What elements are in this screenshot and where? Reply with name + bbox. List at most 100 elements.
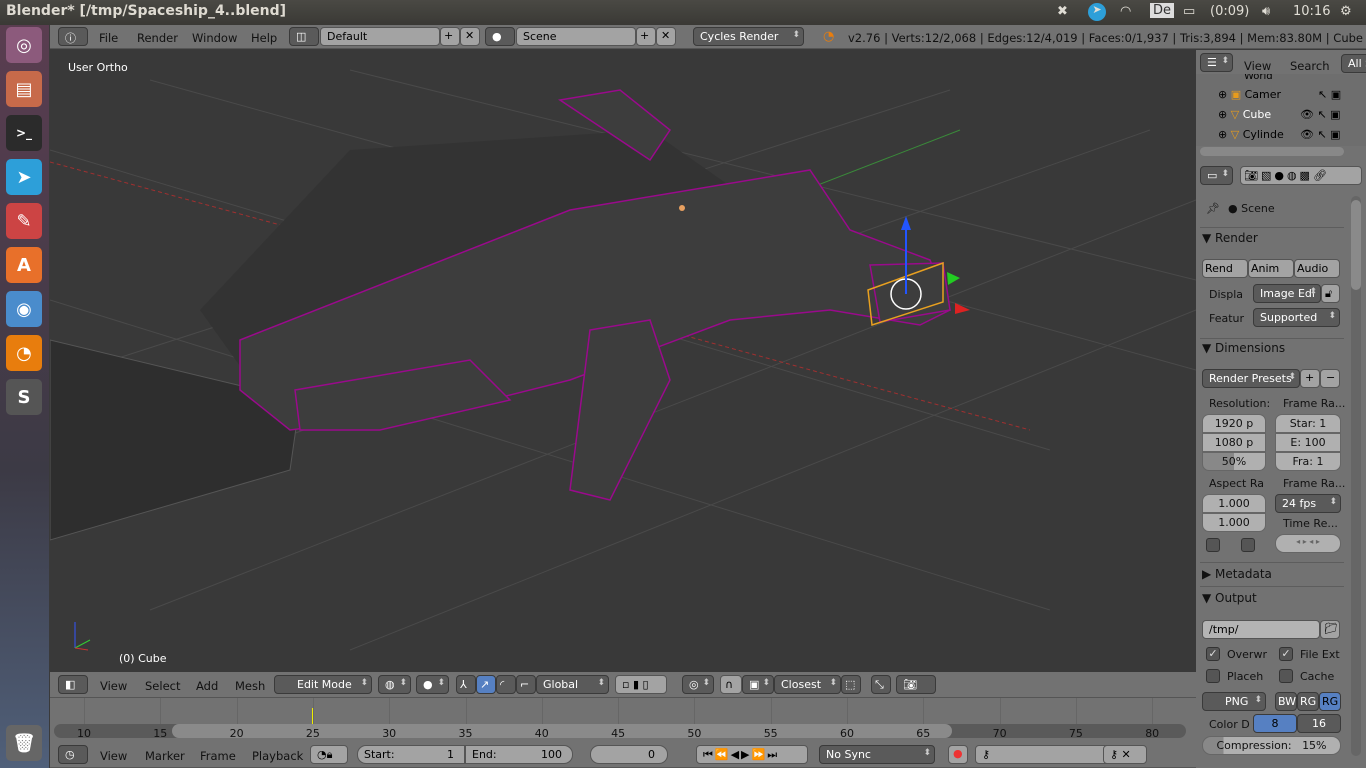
delete-scene-button[interactable]: ✕: [656, 27, 676, 46]
add-scene-button[interactable]: +: [636, 27, 656, 46]
snap-options-icon[interactable]: ⬚: [841, 675, 861, 694]
menu-add[interactable]: Add: [196, 679, 218, 693]
pivot-dropdown[interactable]: ●: [416, 675, 449, 694]
output-path-field[interactable]: /tmp/: [1202, 620, 1320, 639]
clock[interactable]: 10:16: [1293, 4, 1330, 19]
color-rgba-button[interactable]: RG: [1319, 692, 1341, 711]
start-frame-field[interactable]: Start: 1: [357, 745, 465, 764]
aspect-y-field[interactable]: 1.000: [1202, 513, 1266, 532]
sublime-icon[interactable]: S: [6, 379, 42, 415]
menu-window[interactable]: Window: [192, 31, 237, 45]
cache-result-checkbox[interactable]: [1279, 669, 1293, 683]
menu-help[interactable]: Help: [251, 31, 277, 45]
color-depth-8-button[interactable]: 8: [1253, 714, 1297, 733]
snap-toggle-icon[interactable]: ∩: [720, 675, 742, 694]
blender-icon[interactable]: ◔: [6, 335, 42, 371]
telegram-icon[interactable]: ➤: [6, 159, 42, 195]
remove-preset-button[interactable]: −: [1320, 369, 1340, 388]
menu-view[interactable]: View: [100, 679, 127, 693]
aspect-x-field[interactable]: 1.000: [1202, 494, 1266, 513]
3d-viewport[interactable]: User Ortho (0) Cube: [50, 50, 1196, 672]
border-checkbox[interactable]: [1206, 538, 1220, 552]
playback-controls[interactable]: ⏮⏪◀▶⏩⏭: [696, 745, 808, 764]
outliner-item-camera[interactable]: ⊕ ▣ Camer ↖ ▣: [1218, 88, 1358, 101]
volume-icon[interactable]: 🔊︎: [1262, 4, 1270, 19]
pin-icon[interactable]: 📌︎: [1206, 202, 1220, 215]
translate-icon[interactable]: ↗: [476, 675, 496, 694]
outliner-item-world[interactable]: World: [1244, 74, 1273, 82]
render-engine-dropdown[interactable]: Cycles Render: [693, 27, 804, 46]
occlude-icon[interactable]: ⤡: [871, 675, 891, 694]
battery-icon[interactable]: ▭: [1183, 4, 1195, 19]
metadata-panel-header[interactable]: ▶ Metadata: [1202, 567, 1342, 581]
mode-dropdown[interactable]: Edit Mode: [274, 675, 372, 694]
shading-dropdown[interactable]: ◍: [378, 675, 411, 694]
render-button[interactable]: Rend: [1202, 259, 1248, 278]
resolution-percentage-slider[interactable]: 50%: [1202, 452, 1266, 471]
file-extensions-checkbox[interactable]: ✓: [1279, 647, 1293, 661]
color-bw-button[interactable]: BW: [1275, 692, 1297, 711]
menu-view[interactable]: View: [100, 749, 127, 763]
rotate-icon[interactable]: ◜: [496, 675, 516, 694]
ubuntu-icon[interactable]: ◎: [6, 27, 42, 63]
keyboard-layout[interactable]: De: [1150, 3, 1175, 18]
telegram-tray-icon[interactable]: ➤: [1088, 3, 1106, 21]
wifi-icon[interactable]: ◠: [1120, 4, 1131, 19]
outliner-filter-dropdown[interactable]: All S: [1341, 54, 1366, 73]
delete-layout-button[interactable]: ✕: [460, 27, 480, 46]
layout-field[interactable]: Default: [320, 27, 440, 46]
orientation-dropdown[interactable]: Global: [536, 675, 609, 694]
editor-type-timeline-icon[interactable]: ◷: [58, 745, 88, 764]
color-depth-16-button[interactable]: 16: [1297, 714, 1341, 733]
end-frame-field[interactable]: End: 100: [465, 745, 573, 764]
render-opengl-icon[interactable]: 📷︎: [896, 675, 936, 694]
add-layout-button[interactable]: +: [440, 27, 460, 46]
compression-slider[interactable]: Compression: 15%: [1202, 736, 1341, 755]
frame-end-field[interactable]: E: 100: [1275, 433, 1341, 452]
render-panel-header[interactable]: ▼ Render: [1202, 231, 1342, 245]
output-panel-header[interactable]: ▼ Output: [1202, 591, 1342, 605]
menu-select[interactable]: Select: [145, 679, 180, 693]
scale-icon[interactable]: ⌐: [516, 675, 536, 694]
editor-type-outliner-icon[interactable]: ☰: [1200, 53, 1233, 72]
outliner-menu-view[interactable]: View: [1244, 59, 1271, 73]
feature-set-dropdown[interactable]: Supported: [1253, 308, 1340, 327]
outliner-hscrollbar[interactable]: [1200, 147, 1344, 156]
snap-target-dropdown[interactable]: Closest: [774, 675, 841, 694]
crop-checkbox[interactable]: [1241, 538, 1255, 552]
render-presets-dropdown[interactable]: Render Presets: [1202, 369, 1300, 388]
software-center-icon[interactable]: A: [6, 247, 42, 283]
select-mode-buttons[interactable]: ▫ ▮ ▯: [615, 675, 667, 694]
current-frame-field[interactable]: 0: [590, 745, 668, 764]
properties-scrollbar[interactable]: [1351, 196, 1361, 756]
menu-marker[interactable]: Marker: [145, 749, 185, 763]
trash-icon[interactable]: 🗑︎: [6, 725, 42, 761]
browse-folder-icon[interactable]: 📁︎: [1320, 620, 1340, 639]
outliner-item-cylinder[interactable]: ⊕ ▽ Cylinde 👁︎ ↖ ▣: [1218, 128, 1358, 141]
chromium-icon[interactable]: ◉: [6, 291, 42, 327]
color-rgb-button[interactable]: RG: [1297, 692, 1319, 711]
sync-dropdown[interactable]: No Sync: [819, 745, 935, 764]
dimensions-panel-header[interactable]: ▼ Dimensions: [1202, 341, 1342, 355]
settings-icon[interactable]: ✎: [6, 203, 42, 239]
menu-playback[interactable]: Playback: [252, 749, 303, 763]
snap-element-dropdown[interactable]: ▣: [742, 675, 774, 694]
time-remap-fields[interactable]: ◂ ▸ ◂ ▸: [1275, 534, 1341, 553]
editor-type-info-icon[interactable]: ⓘ: [58, 27, 88, 46]
dropbox-icon[interactable]: ✖: [1057, 4, 1068, 19]
audio-button[interactable]: Audio: [1294, 259, 1340, 278]
manipulator-toggle-icon[interactable]: ⅄: [456, 675, 476, 694]
properties-context-tabs[interactable]: 📷︎▧●◍▩🔗︎: [1240, 166, 1362, 185]
battery-time[interactable]: (0:09): [1210, 4, 1249, 19]
proportional-edit-dropdown[interactable]: ◎: [682, 675, 714, 694]
outliner-item-cube[interactable]: ⊕ ▽ Cube 👁︎ ↖ ▣: [1218, 108, 1358, 121]
resolution-x-field[interactable]: 1920 p: [1202, 414, 1266, 433]
overwrite-checkbox[interactable]: ✓: [1206, 647, 1220, 661]
scene-icon[interactable]: ●: [485, 27, 515, 46]
menu-frame[interactable]: Frame: [200, 749, 236, 763]
record-icon[interactable]: ●: [948, 745, 968, 764]
menu-file[interactable]: File: [99, 31, 118, 45]
keyframe-insert-delete-icons[interactable]: ⚷ ✕: [1103, 745, 1147, 764]
editor-type-3d-icon[interactable]: ◧: [58, 675, 88, 694]
animation-button[interactable]: Anim: [1248, 259, 1294, 278]
